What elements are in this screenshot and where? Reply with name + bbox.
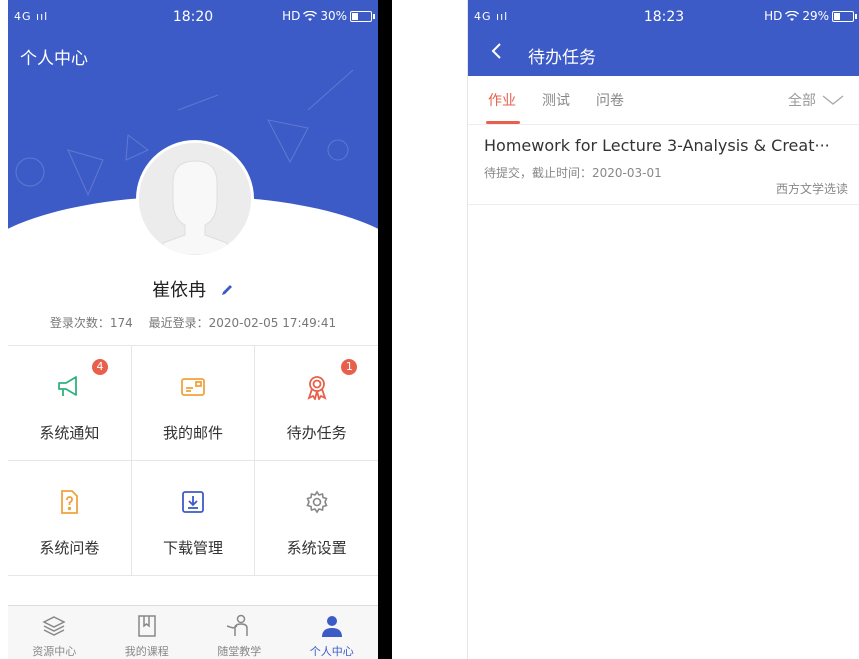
username-row: 崔依冉 (8, 276, 378, 302)
teacher-icon (227, 614, 248, 636)
status-bar: 4G ııl 18:23 HD 29% (468, 0, 859, 36)
menu-todo-tasks[interactable]: 1 待办任务 (255, 346, 378, 460)
menu-system-notice[interactable]: 4 系统通知 (8, 346, 132, 460)
gear-icon (306, 490, 328, 514)
avatar[interactable] (136, 140, 254, 258)
download-icon (182, 491, 204, 513)
tab-label: 个人中心 (309, 645, 354, 658)
page-title: 个人中心 (20, 49, 88, 69)
tab-label: 随堂教学 (217, 645, 262, 658)
back-chevron-icon[interactable] (490, 42, 502, 64)
status-bar: 4G ııl 18:20 HD 30% (8, 0, 378, 36)
battery-icon (832, 10, 857, 22)
battery-indicator: HD 29% (764, 9, 857, 23)
task-deadline: 待提交，截止时间：2020-03-01 (484, 166, 662, 180)
wifi-icon (785, 10, 800, 21)
menu-label: 下载管理 (163, 539, 224, 557)
question-doc-icon (61, 490, 79, 514)
battery-indicator: HD 30% (282, 9, 375, 23)
task-badge: 1 (341, 359, 358, 375)
book-icon (138, 615, 156, 637)
menu-label: 待办任务 (286, 424, 347, 442)
tab-test[interactable]: 测试 (542, 90, 570, 110)
task-course: 西方文学选读 (775, 182, 848, 196)
mail-card-icon (181, 378, 205, 396)
menu-grid: 4 系统通知 我的邮件 1 待办任务 系统问卷 下载管理 系统设置 (8, 345, 378, 576)
megaphone-icon (58, 376, 78, 396)
menu-system-settings[interactable]: 系统设置 (255, 461, 378, 575)
tab-homework[interactable]: 作业 (488, 90, 516, 110)
tab-label: 我的课程 (124, 645, 169, 658)
tab-personal-center[interactable]: 个人中心 (286, 606, 379, 659)
battery-percent: 29% (802, 9, 829, 23)
phone-screen-todo: 4G ııl 18:23 HD 29% 待办任务 作业 测试 问卷 全部 Hom… (467, 0, 859, 659)
hd-label: HD (764, 9, 783, 23)
last-login: 最近登录：2020-02-05 17:49:41 (148, 316, 337, 330)
task-title: Homework for Lecture 3-Analysis & Creat·… (484, 136, 830, 155)
menu-label: 我的邮件 (163, 424, 224, 442)
login-info: 登录次数：174 最近登录：2020-02-05 17:49:41 (8, 314, 378, 331)
layers-icon (42, 616, 66, 636)
task-item[interactable]: Homework for Lecture 3-Analysis & Creat·… (468, 124, 859, 205)
wifi-icon (303, 10, 318, 21)
notification-badge: 4 (92, 359, 108, 375)
screenshot-divider (378, 0, 392, 659)
menu-label: 系统通知 (39, 424, 100, 442)
bottom-tab-bar: 资源中心 我的课程 随堂教学 个人中心 (8, 605, 378, 659)
tab-resource-center[interactable]: 资源中心 (8, 606, 101, 659)
menu-label: 系统设置 (286, 539, 347, 557)
task-type-tabs: 作业 测试 问卷 全部 (468, 76, 859, 125)
default-avatar-icon (139, 143, 251, 255)
page-title: 待办任务 (528, 48, 596, 68)
edit-pencil-icon[interactable] (220, 281, 234, 302)
chevron-down-icon (822, 95, 844, 105)
hd-label: HD (282, 9, 301, 23)
menu-system-survey[interactable]: 系统问卷 (8, 461, 132, 575)
battery-icon (350, 10, 375, 22)
login-count: 登录次数：174 (49, 316, 133, 330)
tab-classroom-teaching[interactable]: 随堂教学 (193, 606, 286, 659)
award-ribbon-icon (307, 376, 327, 402)
filter-dropdown[interactable]: 全部 (788, 90, 844, 110)
person-icon (321, 616, 342, 637)
menu-my-mail[interactable]: 我的邮件 (132, 346, 256, 460)
filter-label: 全部 (788, 93, 816, 109)
username: 崔依冉 (152, 280, 207, 301)
menu-label: 系统问卷 (39, 539, 100, 557)
tab-my-courses[interactable]: 我的课程 (101, 606, 194, 659)
battery-percent: 30% (320, 9, 347, 23)
phone-screen-profile: 4G ııl 18:20 HD 30% 个人中心 崔依冉 登录次数：174 最近… (8, 0, 378, 659)
menu-download-manager[interactable]: 下载管理 (132, 461, 256, 575)
tab-survey[interactable]: 问卷 (596, 90, 624, 110)
tab-label: 资源中心 (32, 645, 77, 658)
